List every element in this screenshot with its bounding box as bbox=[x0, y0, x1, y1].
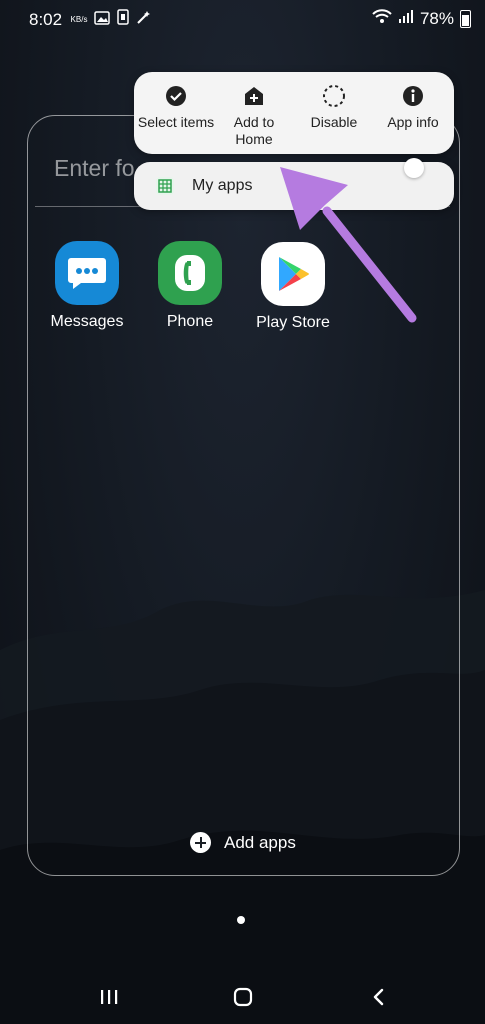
add-apps-label: Add apps bbox=[224, 832, 296, 852]
signal-icon bbox=[398, 9, 414, 29]
grid-shortcut-icon bbox=[156, 177, 174, 195]
home-button-icon[interactable] bbox=[228, 982, 258, 1012]
home-add-icon bbox=[242, 84, 266, 108]
check-circle-icon bbox=[164, 84, 188, 108]
battery-percent: 78% bbox=[419, 9, 454, 28]
recent-apps-icon[interactable] bbox=[94, 982, 124, 1012]
add-apps-button[interactable]: Add apps bbox=[190, 832, 296, 853]
app-shortcut-menu: My apps bbox=[134, 158, 454, 210]
app-label-messages: Messages bbox=[50, 313, 124, 330]
wifi-icon bbox=[372, 9, 392, 29]
phone-icon bbox=[158, 241, 222, 305]
plus-icon bbox=[190, 832, 211, 853]
app-play-store[interactable]: Play Store bbox=[243, 242, 343, 332]
app-folder bbox=[27, 115, 460, 876]
page-indicator bbox=[237, 916, 245, 924]
status-notification-icons: KB/s bbox=[70, 9, 151, 30]
app-phone[interactable]: Phone bbox=[140, 241, 240, 331]
status-right: 78% bbox=[372, 9, 471, 29]
app-messages[interactable]: Messages bbox=[37, 241, 137, 331]
menu-item-add-to-home[interactable]: Add to Home bbox=[214, 82, 294, 148]
dashed-circle-icon bbox=[322, 84, 346, 108]
menu-item-disable[interactable]: Disable bbox=[294, 82, 374, 131]
status-time: 8:02 bbox=[29, 10, 63, 29]
menu-item-select-items[interactable]: Select items bbox=[136, 82, 216, 131]
menu-item-app-info[interactable]: App info bbox=[373, 82, 453, 131]
menu-label-select-items: Select items bbox=[137, 114, 215, 130]
info-icon bbox=[401, 84, 425, 108]
menu-label-add-to-home: Add to Home bbox=[233, 114, 275, 147]
shortcut-my-apps[interactable]: My apps bbox=[192, 177, 252, 195]
status-bar: 8:02 KB/s 78% bbox=[0, 0, 485, 38]
gallery-icon bbox=[94, 10, 110, 30]
app-context-menu: Select items Add to Home Disable App inf… bbox=[134, 72, 454, 154]
navigation-bar bbox=[0, 960, 485, 1024]
messages-icon bbox=[55, 241, 119, 305]
battery-icon bbox=[460, 10, 471, 28]
play-store-icon bbox=[261, 242, 325, 306]
network-speed-icon: KB/s bbox=[70, 14, 88, 24]
device-icon bbox=[116, 9, 130, 30]
app-label-phone: Phone bbox=[166, 313, 214, 330]
menu-label-app-info: App info bbox=[387, 114, 439, 130]
app-label-play-store: Play Store bbox=[256, 314, 330, 331]
back-button-icon[interactable] bbox=[364, 982, 394, 1012]
toggle-knob bbox=[404, 158, 424, 178]
magic-wand-icon bbox=[136, 10, 151, 30]
menu-label-disable: Disable bbox=[310, 114, 358, 130]
